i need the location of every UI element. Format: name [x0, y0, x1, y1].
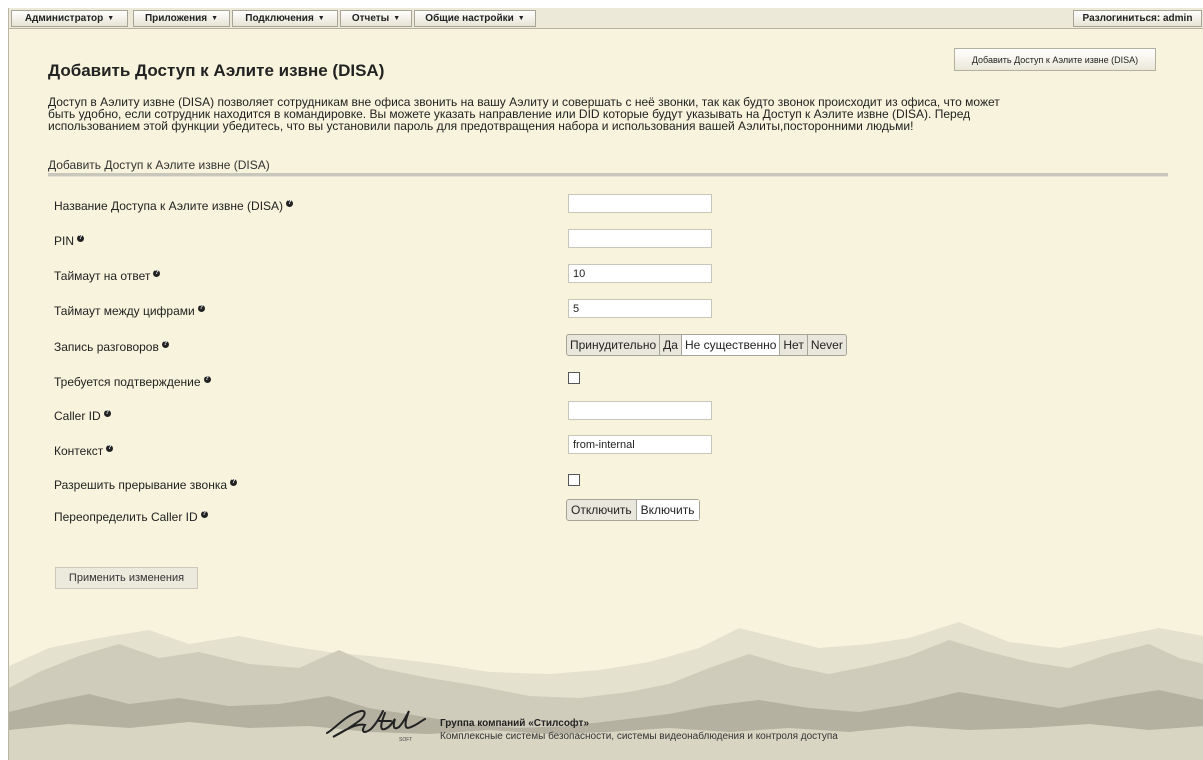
- help-icon[interactable]: ?: [230, 478, 238, 486]
- allow-hangup-label: Разрешить прерывание звонка?: [54, 478, 238, 492]
- allow-hangup-checkbox[interactable]: [568, 474, 580, 486]
- require-confirmation-checkbox[interactable]: [568, 372, 580, 384]
- name-label-text: Название Доступа к Аэлите извне (DISA): [54, 199, 284, 213]
- context-input[interactable]: [568, 435, 712, 454]
- digit-timeout-label-text: Таймаут между цифрами: [54, 304, 195, 318]
- apply-changes-button[interactable]: Применить изменения: [55, 567, 198, 589]
- help-icon[interactable]: ?: [203, 375, 211, 383]
- pin-label-text: PIN: [54, 234, 75, 248]
- logout-label: Разлогиниться:: [1082, 13, 1161, 24]
- help-icon[interactable]: ?: [153, 269, 161, 277]
- pin-field-label: PIN?: [54, 234, 85, 248]
- override-caller-id-toggle-group: Отключить Включить: [566, 499, 700, 521]
- menu-administrator[interactable]: Администратор ▼: [11, 10, 128, 27]
- context-label: Контекст?: [54, 444, 114, 458]
- override-caller-id-label-text: Переопределить Caller ID: [54, 510, 198, 524]
- description-line: использованием этой функции убедитесь, ч…: [48, 119, 914, 133]
- section-title: Добавить Доступ к Аэлите извне (DISA): [48, 158, 270, 172]
- page-title: Добавить Доступ к Аэлите извне (DISA): [48, 61, 385, 80]
- call-recording-option-no[interactable]: Нет: [780, 335, 808, 355]
- menu-reports-label: Отчеты: [351, 13, 390, 24]
- context-label-text: Контекст: [54, 444, 104, 458]
- svg-text:SOFT: SOFT: [399, 737, 412, 743]
- logout-username: admin: [1163, 13, 1193, 24]
- caller-id-label: Caller ID?: [54, 409, 111, 423]
- disa-name-input[interactable]: [568, 194, 712, 213]
- stilsoft-logo: SOFT: [326, 709, 426, 743]
- call-recording-option-force[interactable]: Принудительно: [567, 335, 661, 355]
- menu-general-settings[interactable]: Общие настройки ▼: [414, 10, 536, 27]
- help-icon[interactable]: ?: [103, 409, 111, 417]
- call-recording-option-dontcare[interactable]: Не существенно: [681, 335, 781, 355]
- footer-tagline: Комплексные системы безопасности, систем…: [440, 731, 838, 742]
- help-icon[interactable]: ?: [106, 444, 114, 452]
- allow-hangup-label-text: Разрешить прерывание звонка: [54, 478, 228, 492]
- chevron-down-icon: ▼: [211, 15, 219, 22]
- call-recording-option-never[interactable]: Never: [808, 335, 846, 355]
- call-recording-label-text: Запись разговоров: [54, 340, 159, 354]
- footer-company-name: Группа компаний «Стилсофт»: [440, 718, 590, 729]
- call-recording-option-yes[interactable]: Да: [660, 335, 682, 355]
- menu-reports[interactable]: Отчеты ▼: [340, 10, 412, 27]
- help-icon[interactable]: ?: [197, 304, 205, 312]
- page-description: Доступ в Аэлиту извне (DISA) позволяет с…: [48, 96, 1168, 132]
- override-caller-id-label: Переопределить Caller ID?: [54, 510, 208, 524]
- response-timeout-input[interactable]: [568, 264, 712, 283]
- digit-timeout-input[interactable]: [568, 299, 712, 318]
- require-confirmation-label: Требуется подтверждение?: [54, 375, 211, 389]
- override-caller-id-option-on[interactable]: Включить: [636, 500, 699, 520]
- chevron-down-icon: ▼: [317, 15, 325, 22]
- menu-applications-label: Приложения: [144, 13, 208, 24]
- name-field-label: Название Доступа к Аэлите извне (DISA)?: [54, 199, 294, 213]
- response-timeout-label-text: Таймаут на ответ: [54, 269, 151, 283]
- top-menubar: Администратор ▼ Приложения ▼ Подключения ▼ …: [9, 8, 1203, 29]
- chevron-down-icon: ▼: [393, 15, 401, 22]
- call-recording-toggle-group: Принудительно Да Не существенно Нет Neve…: [566, 334, 847, 356]
- chevron-down-icon: ▼: [517, 15, 525, 22]
- require-confirmation-label-text: Требуется подтверждение: [54, 375, 201, 389]
- help-icon[interactable]: ?: [77, 234, 85, 242]
- response-timeout-label: Таймаут на ответ?: [54, 269, 161, 283]
- menu-applications[interactable]: Приложения ▼: [133, 10, 230, 27]
- pin-input[interactable]: [568, 229, 712, 248]
- help-icon[interactable]: ?: [286, 199, 294, 207]
- help-icon[interactable]: ?: [200, 510, 208, 518]
- menu-administrator-label: Администратор: [24, 13, 104, 24]
- menu-general-settings-label: Общие настройки: [425, 13, 514, 24]
- menu-connections-label: Подключения: [245, 13, 314, 24]
- logout-button[interactable]: Разлогиниться: admin: [1073, 10, 1202, 27]
- section-divider: [48, 173, 1168, 177]
- chevron-down-icon: ▼: [107, 15, 115, 22]
- add-disa-link-button[interactable]: Добавить Доступ к Аэлите извне (DISA): [954, 48, 1156, 71]
- caller-id-label-text: Caller ID: [54, 409, 101, 423]
- call-recording-label: Запись разговоров?: [54, 340, 169, 354]
- override-caller-id-option-off[interactable]: Отключить: [567, 500, 637, 520]
- digit-timeout-label: Таймаут между цифрами?: [54, 304, 205, 318]
- menu-connections[interactable]: Подключения ▼: [232, 10, 338, 27]
- caller-id-input[interactable]: [568, 401, 712, 420]
- app-frame: Администратор ▼ Приложения ▼ Подключения ▼ …: [8, 8, 1203, 760]
- help-icon[interactable]: ?: [161, 340, 169, 348]
